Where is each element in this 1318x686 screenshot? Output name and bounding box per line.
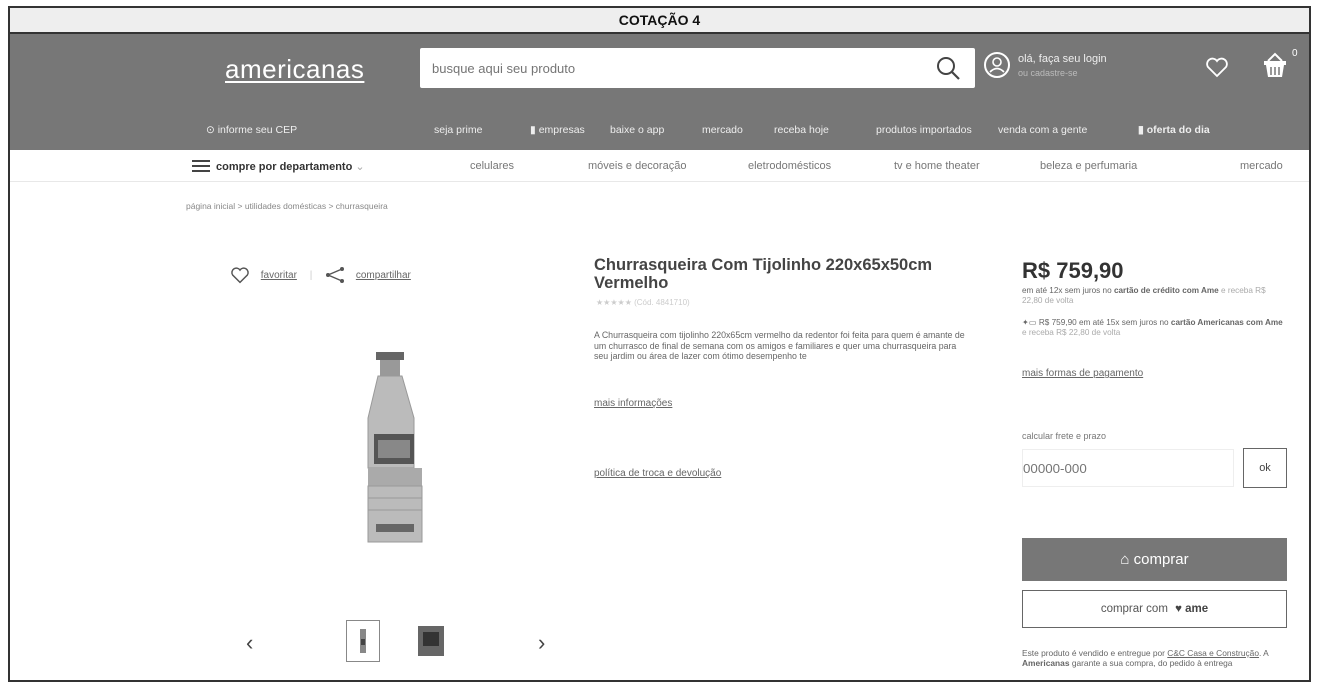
installment-info: em até 12x sem juros no cartão de crédit… xyxy=(1022,286,1287,306)
more-info-link[interactable]: mais informações xyxy=(594,398,672,409)
product-title: Churrasqueira Com Tijolinho 220x65x50cm … xyxy=(594,256,933,292)
ame-logo-text: ame xyxy=(1185,603,1209,615)
sub-navigation: ⊙ informe seu CEP seja prime ▮ empresas … xyxy=(10,122,1309,142)
ok-button[interactable]: ok xyxy=(1243,448,1287,488)
favorite-share-row: favoritar | compartilhar xyxy=(230,266,411,284)
menu-icon[interactable] xyxy=(192,160,210,172)
subnav-label: oferta do dia xyxy=(1146,124,1210,136)
divider: | xyxy=(309,269,313,281)
dept-item-eletro[interactable]: eletrodomésticos xyxy=(748,160,831,172)
seller-link[interactable]: C&C Casa e Construção xyxy=(1167,648,1259,658)
user-greeting: olá, faça seu login xyxy=(1018,53,1107,65)
share-icon[interactable] xyxy=(325,266,345,284)
share-link[interactable]: compartilhar xyxy=(356,270,411,281)
dept-item-celulares[interactable]: celulares xyxy=(470,160,514,172)
card-installment-text: R$ 759,90 em até 15x sem juros no xyxy=(1038,318,1169,327)
department-menu-label: compre por departamento xyxy=(216,161,353,173)
buy-ame-label: comprar com xyxy=(1100,603,1168,615)
installment-card: cartão de crédito com Ame xyxy=(1113,286,1219,295)
subnav-item-mercado[interactable]: mercado xyxy=(702,124,743,136)
search-input[interactable] xyxy=(420,48,900,88)
login-link[interactable]: olá, faça seu login ou cadastre-se xyxy=(1018,52,1107,80)
search-box xyxy=(420,48,975,88)
subnav-item-venda[interactable]: venda com a gente xyxy=(998,124,1087,136)
subnav-item-oferta[interactable]: ▮ oferta do dia xyxy=(1138,124,1210,136)
product-rating[interactable]: ★★★★★ (Cód. 4841710) xyxy=(596,298,690,307)
ame-logo: ♥ ame xyxy=(1175,603,1209,615)
subnav-label: empresas xyxy=(538,124,585,136)
subnav-item-app[interactable]: baixe o app xyxy=(610,124,664,136)
dept-item-moveis[interactable]: móveis e decoração xyxy=(588,160,686,172)
basket-count: 0 xyxy=(1292,48,1298,59)
search-icon[interactable] xyxy=(935,55,961,81)
card-name: cartão Americanas com Ame xyxy=(1170,318,1283,327)
card-icon: ✦▭ xyxy=(1022,318,1037,327)
buy-label: comprar xyxy=(1133,551,1189,568)
thumbnail-1[interactable] xyxy=(346,620,380,662)
subnav-item-empresas[interactable]: ▮ empresas xyxy=(530,124,585,136)
thumbnail-2[interactable] xyxy=(414,622,448,660)
favorite-link[interactable]: favoritar xyxy=(261,270,297,281)
heart-icon[interactable] xyxy=(1205,56,1229,78)
freight-label: calcular frete e prazo xyxy=(1022,431,1107,441)
dept-item-tv[interactable]: tv e home theater xyxy=(894,160,980,172)
subnav-item-prime[interactable]: seja prime xyxy=(434,124,482,136)
return-policy-link[interactable]: política de troca e devolução xyxy=(594,468,721,479)
card-installment-info: ✦▭ R$ 759,90 em até 15x sem juros no car… xyxy=(1022,318,1287,338)
seller-text-3: garante a sua compra, do pedido à entreg… xyxy=(1071,658,1233,668)
carousel-next-button[interactable]: › xyxy=(538,630,545,656)
brand-name: Americanas xyxy=(1022,658,1070,668)
screenshot-frame: COTAÇÃO 4 americanas olá, faça seu login… xyxy=(8,6,1311,682)
installment-text: em até 12x sem juros no xyxy=(1022,286,1112,295)
site-logo[interactable]: americanas xyxy=(225,54,364,85)
more-payments-link[interactable]: mais formas de pagamento xyxy=(1022,368,1143,379)
user-sub: ou cadastre-se xyxy=(1018,68,1078,78)
basket-icon[interactable] xyxy=(1260,50,1290,80)
heart-icon[interactable] xyxy=(230,266,250,284)
cep-label: informe seu CEP xyxy=(217,124,298,136)
department-menu[interactable]: compre por departamento ⌄ xyxy=(216,160,365,173)
product-image[interactable] xyxy=(354,348,444,560)
dept-item-beleza[interactable]: beleza e perfumaria xyxy=(1040,160,1137,172)
seller-text: Este produto é vendido e entregue por xyxy=(1022,648,1165,658)
top-header: americanas olá, faça seu login ou cadast… xyxy=(10,34,1309,150)
buy-with-ame-button[interactable]: comprar com ♥ ame xyxy=(1022,590,1287,628)
subnav-item-importados[interactable]: produtos importados xyxy=(876,124,972,136)
dept-item-mercado[interactable]: mercado xyxy=(1240,160,1283,172)
seller-info: Este produto é vendido e entregue por C&… xyxy=(1022,648,1287,668)
chevron-down-icon: ⌄ xyxy=(355,161,365,173)
breadcrumb[interactable]: página inicial > utilidades domésticas >… xyxy=(186,201,388,211)
basket-icon: ⌂ xyxy=(1120,551,1130,568)
user-icon[interactable] xyxy=(984,52,1010,78)
seller-text-2: . A xyxy=(1258,648,1269,658)
cep-input[interactable] xyxy=(1022,449,1234,487)
subnav-item-receba[interactable]: receba hoje xyxy=(774,124,829,136)
card-cashback: e receba R$ 22,80 de volta xyxy=(1022,328,1121,337)
carousel-prev-button[interactable]: ‹ xyxy=(246,630,253,656)
department-bar: compre por departamento ⌄ celulares móve… xyxy=(10,150,1309,182)
buy-button[interactable]: ⌂ comprar xyxy=(1022,538,1287,581)
cep-link[interactable]: ⊙ informe seu CEP xyxy=(206,124,297,136)
product-price: R$ 759,90 xyxy=(1022,258,1124,283)
quote-title: COTAÇÃO 4 xyxy=(10,8,1309,34)
product-description: A Churrasqueira com tijolinho 220x65cm v… xyxy=(594,330,965,361)
